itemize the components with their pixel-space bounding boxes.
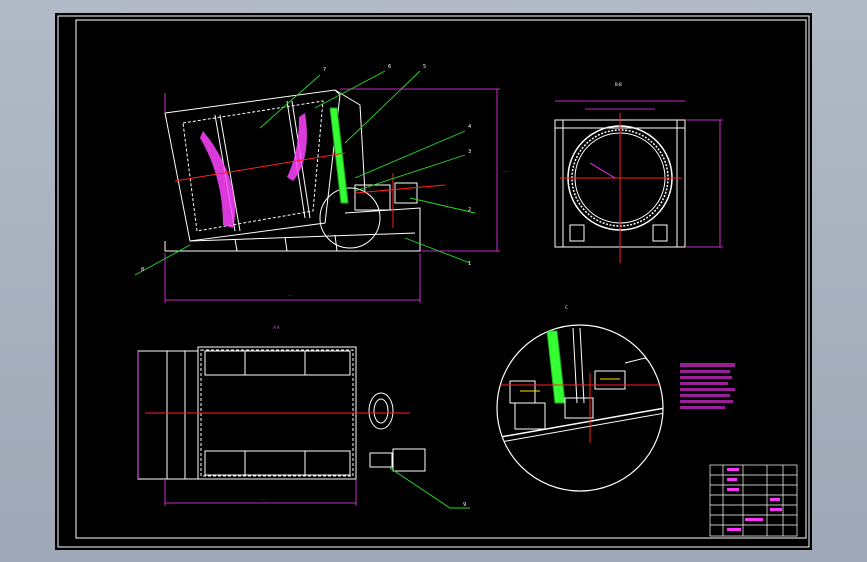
plan-dimension-text: ···· [260, 497, 265, 502]
spring-elements [200, 113, 307, 228]
callout-8: 8 [141, 267, 144, 273]
callout-7: 7 [323, 67, 326, 73]
callout-1: 1 [468, 261, 471, 267]
section-label: B-B [615, 82, 622, 87]
dimension-text: ···· [288, 293, 293, 298]
detail-label: C [565, 305, 568, 310]
callout-2: 2 [468, 207, 471, 213]
title-block [709, 464, 798, 537]
dimension-text-vertical: ···· [503, 169, 508, 174]
callout-9: 9 [463, 502, 466, 508]
detail-view-c: C [496, 305, 664, 492]
engineering-drawing: ···· ···· 7 6 5 4 3 2 1 8 B-B A-A ···· 9… [57, 15, 810, 548]
section-view-bb: B-B [554, 82, 723, 263]
callout-3: 3 [468, 149, 471, 155]
callout-6: 6 [388, 64, 391, 70]
technical-notes [680, 363, 735, 409]
outer-border [57, 15, 810, 548]
callout-4: 4 [468, 124, 471, 130]
main-leaders [134, 70, 476, 276]
plan-view-aa: A-A ···· 9 [137, 325, 470, 509]
main-callouts: 7 6 5 4 3 2 1 8 [141, 64, 471, 273]
plan-label: A-A [273, 325, 280, 330]
callout-5: 5 [423, 64, 426, 70]
drawing-sheet[interactable]: ···· ···· 7 6 5 4 3 2 1 8 B-B A-A ···· 9… [55, 13, 812, 550]
